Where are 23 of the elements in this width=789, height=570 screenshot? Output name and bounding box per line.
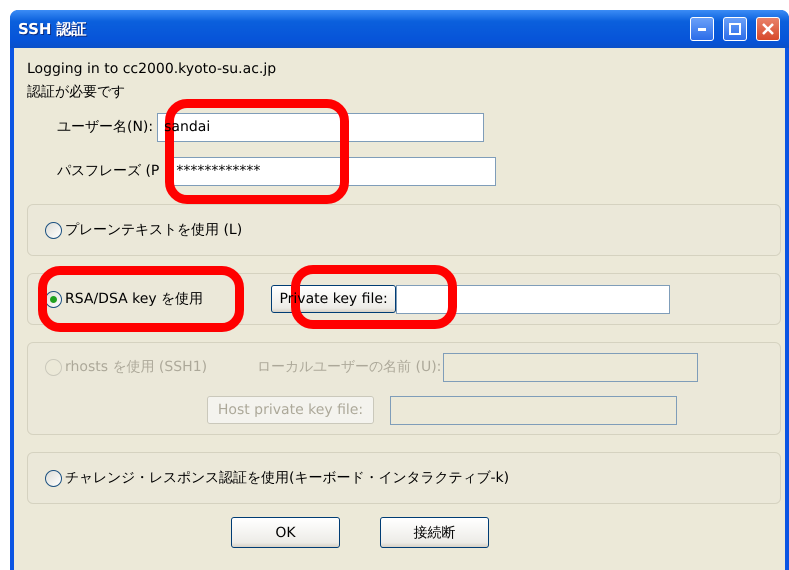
radio-button[interactable] (45, 222, 62, 238)
minimize-icon (698, 28, 706, 30)
radio-button[interactable] (45, 470, 62, 486)
message-text: 認証が必要です (27, 83, 126, 102)
minimize-button[interactable] (690, 17, 714, 41)
local-user-field[interactable] (443, 352, 698, 382)
host-key-field[interactable] (390, 396, 677, 424)
radio-label: rhosts を使用 (SSH1) (65, 358, 208, 376)
field-label: パスフレーズ (P (57, 162, 160, 180)
maximize-button[interactable] (723, 17, 747, 41)
dialog-button[interactable]: OK (231, 517, 340, 548)
window-title: SSH 認証 (18, 20, 88, 38)
close-button[interactable] (756, 17, 780, 41)
close-icon (762, 23, 774, 35)
key-file-field[interactable] (396, 284, 670, 314)
radio-label: RSA/DSA key を使用 (65, 290, 204, 308)
dialog-button[interactable]: 接続断 (380, 517, 489, 548)
maximize-icon (729, 23, 741, 35)
radio-label: チャレンジ・レスポンス認証を使用(キーボード・インタラクティブ-k) (65, 469, 510, 487)
field-label: ローカルユーザーの名前 (U): (257, 358, 442, 376)
message-text: Logging in to cc2000.kyoto-su.ac.jp (27, 60, 278, 79)
field-label: ユーザー名(N): (57, 118, 154, 136)
radio-label: プレーンテキストを使用 (L) (65, 221, 242, 239)
